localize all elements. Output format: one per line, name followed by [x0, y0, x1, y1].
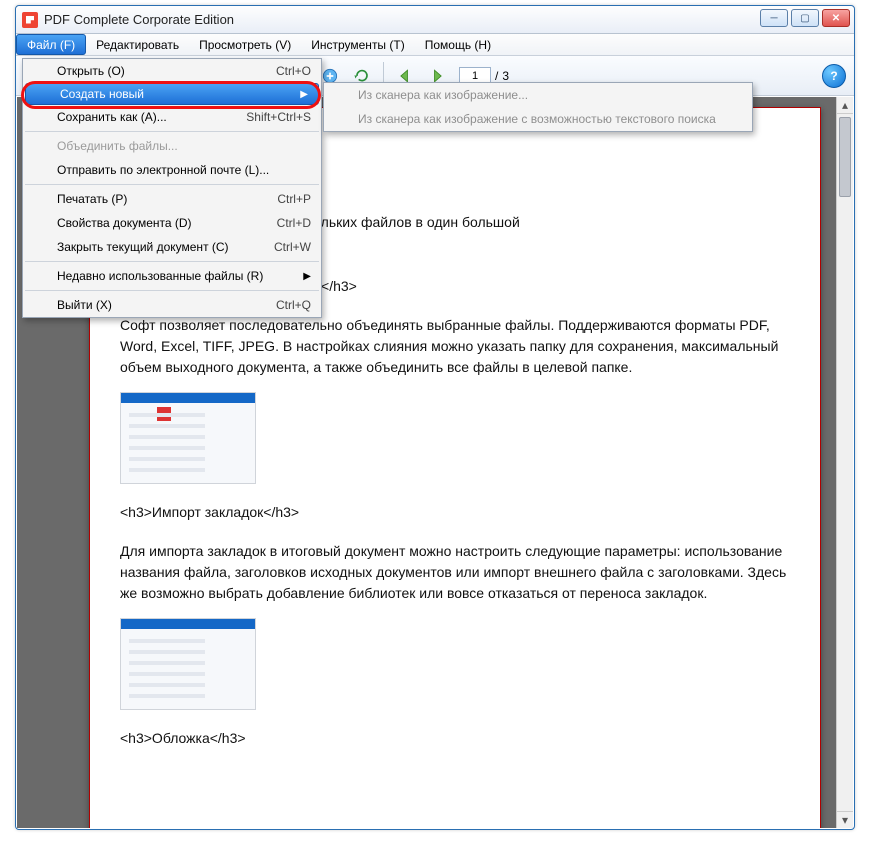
menu-label: Создать новый — [60, 87, 144, 101]
menu-label: Печатать (P) — [57, 192, 127, 206]
menu-save-as[interactable]: Сохранить как (A)... Shift+Ctrl+S — [23, 105, 321, 129]
app-icon — [22, 12, 38, 28]
menu-close-doc[interactable]: Закрыть текущий документ (C) Ctrl+W — [23, 235, 321, 259]
scroll-up-icon[interactable]: ▴ — [837, 97, 853, 114]
menu-exit[interactable]: Выйти (X) Ctrl+Q — [23, 293, 321, 317]
menubar: Файл (F) Редактировать Просмотреть (V) И… — [16, 34, 854, 56]
menu-shortcut: Ctrl+W — [274, 240, 311, 254]
window-title: PDF Complete Corporate Edition — [44, 12, 234, 27]
doc-heading: <h3>Импорт закладок</h3> — [120, 502, 790, 523]
submenu-arrow-icon: ▶ — [303, 271, 311, 282]
menu-label: Открыть (O) — [57, 64, 125, 78]
menu-shortcut: Ctrl+D — [277, 216, 311, 230]
menu-doc-properties[interactable]: Свойства документа (D) Ctrl+D — [23, 211, 321, 235]
menu-open[interactable]: Открыть (O) Ctrl+O — [23, 59, 321, 83]
menu-label: Из сканера как изображение... — [358, 88, 528, 102]
menu-recent-files[interactable]: Недавно использованные файлы (R) ▶ — [23, 264, 321, 288]
submenu-scan-searchable[interactable]: Из сканера как изображение с возможность… — [324, 107, 752, 131]
menu-combine: Объединить файлы... — [23, 134, 321, 158]
menu-shortcut: Ctrl+O — [276, 64, 311, 78]
menu-shortcut: Shift+Ctrl+S — [246, 110, 311, 124]
menu-shortcut: Ctrl+P — [277, 192, 311, 206]
menu-shortcut: Ctrl+Q — [276, 298, 311, 312]
menu-label: Из сканера как изображение с возможность… — [358, 112, 716, 126]
help-icon[interactable]: ? — [822, 64, 846, 88]
menu-label: Отправить по электронной почте (L)... — [57, 163, 269, 177]
doc-text: Для импорта закладок в итоговый документ… — [120, 541, 790, 604]
vertical-scrollbar[interactable]: ▴ ▾ — [836, 97, 853, 828]
menu-label: Свойства документа (D) — [57, 216, 192, 230]
minimize-button[interactable]: ─ — [760, 9, 788, 27]
doc-text: Софт позволяет последовательно объединят… — [120, 315, 790, 378]
doc-screenshot-thumb — [120, 618, 256, 710]
file-menu-dropdown: Открыть (O) Ctrl+O Создать новый ▶ Сохра… — [22, 58, 322, 318]
menu-tools[interactable]: Инструменты (T) — [301, 34, 414, 55]
app-window: PDF Complete Corporate Edition ─ ▢ ✕ Фай… — [15, 5, 855, 830]
menu-label: Выйти (X) — [57, 298, 112, 312]
doc-screenshot-thumb — [120, 392, 256, 484]
scroll-down-icon[interactable]: ▾ — [837, 811, 853, 828]
maximize-button[interactable]: ▢ — [791, 9, 819, 27]
page-separator: / — [495, 69, 498, 83]
menu-create-new[interactable]: Создать новый ▶ — [25, 83, 319, 105]
menu-label: Недавно использованные файлы (R) — [57, 269, 263, 283]
titlebar: PDF Complete Corporate Edition ─ ▢ ✕ — [16, 6, 854, 34]
menu-help[interactable]: Помощь (H) — [415, 34, 501, 55]
menu-file[interactable]: Файл (F) — [16, 34, 86, 55]
menu-label: Закрыть текущий документ (C) — [57, 240, 229, 254]
window-controls: ─ ▢ ✕ — [760, 9, 850, 27]
page-total: 3 — [502, 69, 509, 83]
scroll-thumb[interactable] — [839, 117, 851, 197]
menu-print[interactable]: Печатать (P) Ctrl+P — [23, 187, 321, 211]
submenu-arrow-icon: ▶ — [300, 89, 308, 100]
close-button[interactable]: ✕ — [822, 9, 850, 27]
menu-edit[interactable]: Редактировать — [86, 34, 189, 55]
menu-label: Объединить файлы... — [57, 139, 178, 153]
submenu-scan-image[interactable]: Из сканера как изображение... — [324, 83, 752, 107]
menu-label: Сохранить как (A)... — [57, 110, 167, 124]
create-new-submenu: Из сканера как изображение... Из сканера… — [323, 82, 753, 132]
doc-heading: <h3>Обложка</h3> — [120, 728, 790, 749]
menu-view[interactable]: Просмотреть (V) — [189, 34, 301, 55]
menu-send-email[interactable]: Отправить по электронной почте (L)... — [23, 158, 321, 182]
